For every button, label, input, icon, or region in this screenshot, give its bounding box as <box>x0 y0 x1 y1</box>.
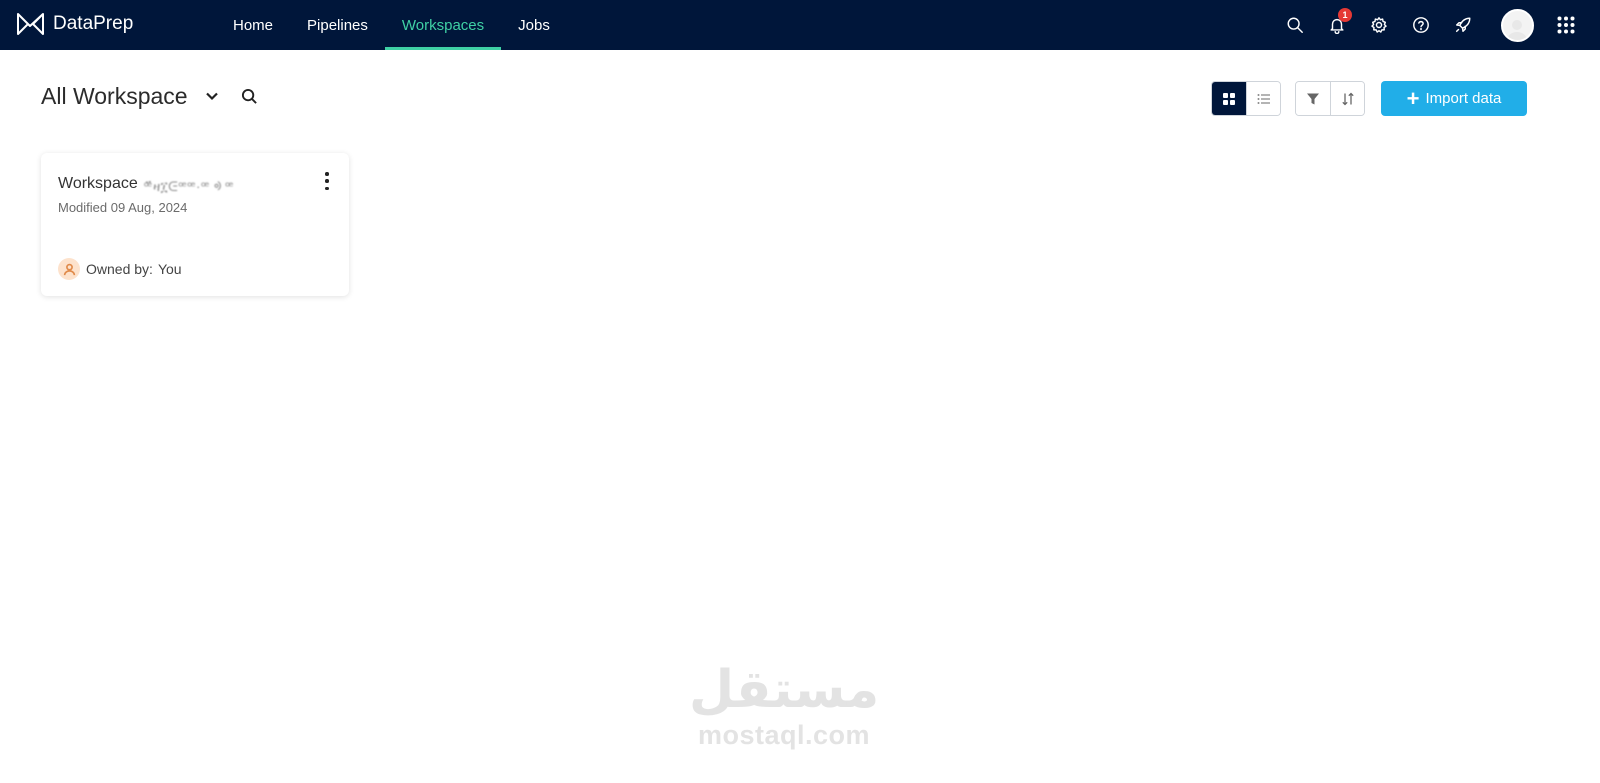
owner-user-icon <box>58 258 80 280</box>
user-avatar-button[interactable] <box>1494 0 1540 50</box>
owner-value: You <box>157 261 182 277</box>
settings-button[interactable] <box>1358 0 1400 50</box>
apps-grid-icon <box>1557 16 1575 34</box>
workspace-name-obscured: ꟹ፟ዛ፲ᕮꟹꟹ·ꟹ ᢀ ꟹ <box>143 179 234 194</box>
user-icon <box>63 263 75 275</box>
kebab-dot <box>325 172 329 176</box>
sort-button[interactable] <box>1330 82 1364 115</box>
user-silhouette-icon <box>1507 19 1527 40</box>
list-view-button[interactable] <box>1246 82 1280 115</box>
grid-view-button[interactable] <box>1212 82 1246 115</box>
page-header: All Workspace <box>41 82 264 110</box>
watermark-url: mostaql.com <box>697 720 871 750</box>
avatar <box>1500 8 1534 42</box>
workspace-toolbar: + Import data <box>1211 81 1527 116</box>
workspace-card-menu-button[interactable] <box>319 171 335 191</box>
grid-view-icon <box>1223 92 1235 105</box>
top-right-actions: 1 <box>1274 0 1600 50</box>
workspace-name: Workspace <box>58 174 138 192</box>
import-data-button[interactable]: + Import data <box>1381 81 1527 116</box>
view-toggle <box>1211 81 1281 116</box>
import-data-label: Import data <box>1425 90 1502 107</box>
owner-label: Owned by: <box>86 261 153 277</box>
help-button[interactable] <box>1400 0 1442 50</box>
rocket-icon <box>1455 17 1471 33</box>
watermark-logo: مستقل <box>689 660 880 720</box>
kebab-dot <box>325 179 329 183</box>
kebab-dot <box>325 186 329 190</box>
workspace-card-title: Workspace ꟹ፟ዛ፲ᕮꟹꟹ·ꟹ ᢀ ꟹ <box>58 172 234 195</box>
search-icon <box>1287 17 1303 33</box>
filter-icon <box>1307 93 1319 104</box>
notifications-button[interactable]: 1 <box>1316 0 1358 50</box>
workspace-card[interactable]: Workspace ꟹ፟ዛ፲ᕮꟹꟹ·ꟹ ᢀ ꟹ Modified 09 Aug,… <box>41 153 349 296</box>
nav-jobs[interactable]: Jobs <box>501 0 567 50</box>
filter-button[interactable] <box>1296 82 1330 115</box>
top-navigation-bar: DataPrep Home Pipelines Workspaces Jobs … <box>0 0 1600 50</box>
page-title: All Workspace <box>41 82 188 109</box>
filter-sort-group <box>1295 81 1365 116</box>
watermark: مستقل mostaql.com <box>689 660 879 750</box>
chevron-down-icon <box>205 92 218 101</box>
search-icon <box>242 88 257 104</box>
getting-started-button[interactable] <box>1442 0 1484 50</box>
workspace-filter-dropdown[interactable] <box>198 82 226 110</box>
main-nav: Home Pipelines Workspaces Jobs <box>216 0 567 50</box>
help-icon <box>1413 17 1429 33</box>
notification-badge: 1 <box>1338 8 1352 22</box>
apps-launcher-button[interactable] <box>1544 0 1588 50</box>
brand-logo[interactable]: DataPrep <box>16 12 133 36</box>
list-view-icon <box>1257 93 1270 104</box>
gear-icon <box>1371 17 1387 33</box>
plus-icon: + <box>1406 85 1420 111</box>
workspace-search-button[interactable] <box>236 82 264 110</box>
workspace-modified-date: Modified 09 Aug, 2024 <box>58 200 188 215</box>
nav-home[interactable]: Home <box>216 0 290 50</box>
global-search-button[interactable] <box>1274 0 1316 50</box>
workspace-owner: Owned by: You <box>58 258 182 280</box>
nav-pipelines[interactable]: Pipelines <box>290 0 385 50</box>
dataprep-logo-icon <box>17 13 44 35</box>
sort-icon <box>1341 92 1354 105</box>
brand-name: DataPrep <box>53 13 134 34</box>
nav-workspaces[interactable]: Workspaces <box>384 0 502 50</box>
